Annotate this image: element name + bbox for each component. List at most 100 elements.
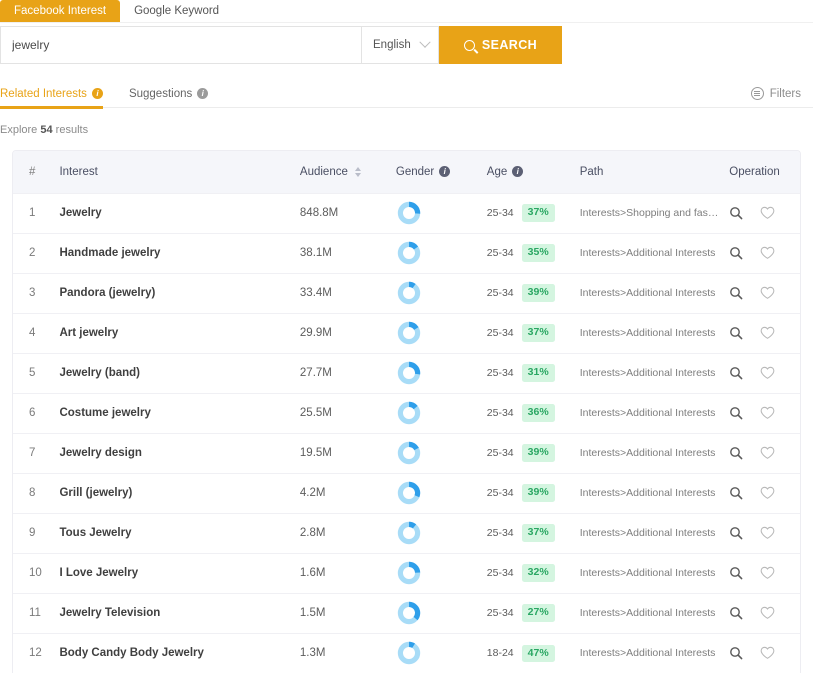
interest-name[interactable]: Pandora (jewelry) xyxy=(59,287,155,299)
detail-button[interactable] xyxy=(729,526,743,540)
detail-button[interactable] xyxy=(729,206,743,220)
heart-icon[interactable] xyxy=(760,366,775,380)
interest-name[interactable]: Handmade jewelry xyxy=(59,247,160,259)
detail-button[interactable] xyxy=(729,566,743,580)
magnifier-icon[interactable] xyxy=(729,646,743,660)
magnifier-icon[interactable] xyxy=(729,566,743,580)
gender-donut-chart xyxy=(397,361,421,385)
language-select[interactable]: English xyxy=(361,26,439,64)
table-row[interactable]: 12 Body Candy Body Jewelry 1.3M 18-24 47% Int… xyxy=(13,633,800,673)
heart-icon[interactable] xyxy=(760,646,775,660)
tab-related-interests[interactable]: Related Interests i xyxy=(0,80,103,109)
heart-icon[interactable] xyxy=(760,566,775,580)
search-input[interactable] xyxy=(12,38,350,52)
interest-name[interactable]: Grill (jewelry) xyxy=(59,487,132,499)
favorite-button[interactable] xyxy=(760,566,775,580)
favorite-button[interactable] xyxy=(760,646,775,660)
heart-icon[interactable] xyxy=(760,326,775,340)
heart-icon[interactable] xyxy=(760,246,775,260)
table-row[interactable]: 5 Jewelry (band) 27.7M 25-34 31% Interests>Ad… xyxy=(13,353,800,393)
favorite-button[interactable] xyxy=(760,606,775,620)
interest-name[interactable]: Art jewelry xyxy=(59,327,118,339)
detail-button[interactable] xyxy=(729,246,743,260)
detail-button[interactable] xyxy=(729,326,743,340)
interest-name[interactable]: Costume jewelry xyxy=(59,407,150,419)
table-row[interactable]: 9 Tous Jewelry 2.8M 25-34 37% Interests>Addit… xyxy=(13,513,800,553)
cell-operation xyxy=(729,233,800,273)
cell-age: 25-34 36% xyxy=(487,393,580,433)
interest-name[interactable]: Jewelry (band) xyxy=(59,367,140,379)
row-rank: 10 xyxy=(29,567,42,579)
magnifier-icon[interactable] xyxy=(729,246,743,260)
tab-google-keyword[interactable]: Google Keyword xyxy=(120,0,233,22)
tab-google-keyword-label: Google Keyword xyxy=(134,5,220,17)
magnifier-icon[interactable] xyxy=(729,286,743,300)
detail-button[interactable] xyxy=(729,446,743,460)
interest-name[interactable]: I Love Jewelry xyxy=(59,567,138,579)
table-row[interactable]: 8 Grill (jewelry) 4.2M 25-34 39% Interests>Ad… xyxy=(13,473,800,513)
column-header-audience[interactable]: Audience xyxy=(300,151,396,193)
heart-icon[interactable] xyxy=(760,606,775,620)
sort-toggle-icon[interactable] xyxy=(354,166,361,177)
favorite-button[interactable] xyxy=(760,366,775,380)
favorite-button[interactable] xyxy=(760,406,775,420)
favorite-button[interactable] xyxy=(760,286,775,300)
favorite-button[interactable] xyxy=(760,326,775,340)
interest-name[interactable]: Jewelry Television xyxy=(59,607,160,619)
table-row[interactable]: 2 Handmade jewelry 38.1M 25-34 35% Interests>… xyxy=(13,233,800,273)
magnifier-icon[interactable] xyxy=(729,446,743,460)
table-row[interactable]: 11 Jewelry Television 1.5M 25-34 27% Interest… xyxy=(13,593,800,633)
table-row[interactable]: 7 Jewelry design 19.5M 25-34 39% Interests>Ad… xyxy=(13,433,800,473)
tab-related-interests-label: Related Interests xyxy=(0,87,87,100)
interest-name[interactable]: Tous Jewelry xyxy=(59,527,131,539)
info-icon[interactable]: i xyxy=(512,166,524,178)
heart-icon[interactable] xyxy=(760,446,775,460)
favorite-button[interactable] xyxy=(760,486,775,500)
magnifier-icon[interactable] xyxy=(729,206,743,220)
interest-name[interactable]: Jewelry design xyxy=(59,447,141,459)
table-row[interactable]: 1 Jewelry 848.8M 25-34 37% Interests>Shopping… xyxy=(13,193,800,233)
info-icon[interactable]: i xyxy=(91,88,103,99)
tab-facebook-interest[interactable]: Facebook Interest xyxy=(0,0,121,22)
magnifier-icon[interactable] xyxy=(729,606,743,620)
cell-gender xyxy=(396,273,487,313)
info-icon[interactable]: i xyxy=(197,88,209,99)
table-row[interactable]: 6 Costume jewelry 25.5M 25-34 36% Interests>A… xyxy=(13,393,800,433)
table-row[interactable]: 4 Art jewelry 29.9M 25-34 37% Interests>Addit… xyxy=(13,313,800,353)
favorite-button[interactable] xyxy=(760,446,775,460)
search-button[interactable]: SEARCH xyxy=(439,26,562,64)
detail-button[interactable] xyxy=(729,646,743,660)
detail-button[interactable] xyxy=(729,406,743,420)
favorite-button[interactable] xyxy=(760,526,775,540)
favorite-button[interactable] xyxy=(760,206,775,220)
search-input-wrapper[interactable] xyxy=(0,26,361,64)
table-row[interactable]: 10 I Love Jewelry 1.6M 25-34 32% Interests>Ad… xyxy=(13,553,800,593)
heart-icon[interactable] xyxy=(760,406,775,420)
magnifier-icon[interactable] xyxy=(729,406,743,420)
magnifier-icon[interactable] xyxy=(729,486,743,500)
info-icon[interactable]: i xyxy=(439,166,451,178)
favorite-button[interactable] xyxy=(760,246,775,260)
heart-icon[interactable] xyxy=(760,286,775,300)
filters-button[interactable]: Filters xyxy=(750,87,801,100)
magnifier-icon[interactable] xyxy=(729,326,743,340)
interest-name[interactable]: Body Candy Body Jewelry xyxy=(59,647,203,659)
audience-value: 19.5M xyxy=(299,447,332,459)
cell-audience: 4.2M xyxy=(300,473,396,513)
table-row[interactable]: 3 Pandora (jewelry) 33.4M 25-34 39% Interests… xyxy=(13,273,800,313)
cell-interest: Jewelry xyxy=(59,193,299,233)
detail-button[interactable] xyxy=(729,606,743,620)
heart-icon[interactable] xyxy=(760,206,775,220)
row-rank: 7 xyxy=(29,447,36,459)
heart-icon[interactable] xyxy=(760,486,775,500)
interest-name[interactable]: Jewelry xyxy=(59,207,101,219)
cell-interest: Jewelry Television xyxy=(59,593,299,633)
heart-icon[interactable] xyxy=(760,526,775,540)
detail-button[interactable] xyxy=(729,286,743,300)
magnifier-icon[interactable] xyxy=(729,526,743,540)
tab-suggestions[interactable]: Suggestions i xyxy=(129,80,209,108)
magnifier-icon[interactable] xyxy=(729,366,743,380)
audience-value: 29.9M xyxy=(299,327,332,339)
detail-button[interactable] xyxy=(729,366,743,380)
detail-button[interactable] xyxy=(729,486,743,500)
